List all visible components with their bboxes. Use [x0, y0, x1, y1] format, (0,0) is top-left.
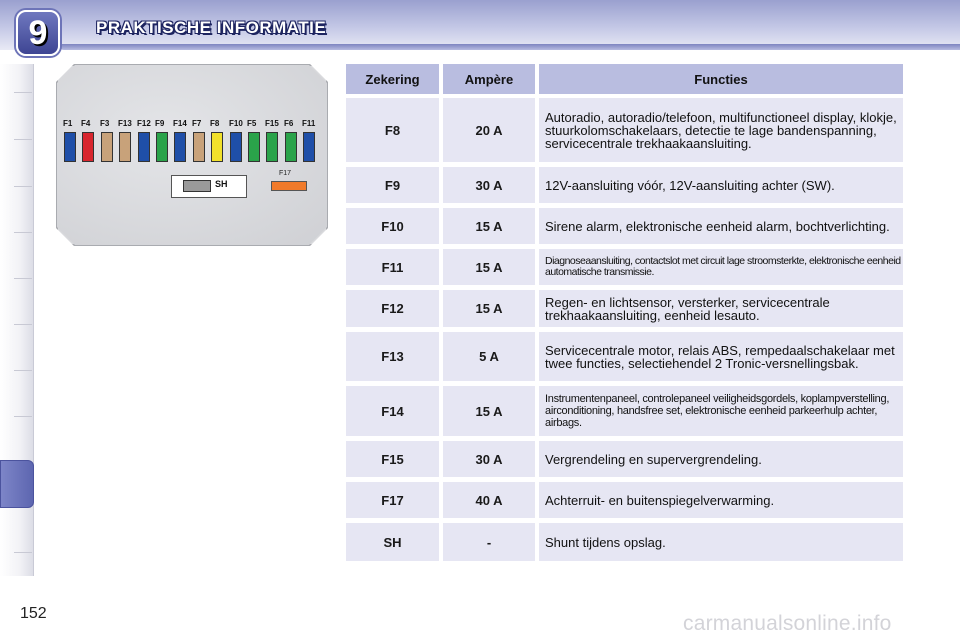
header-rule [60, 44, 960, 50]
fuse-label: F13 [118, 119, 132, 128]
fuse-label: F10 [229, 119, 243, 128]
fuse-f17-label: F17 [279, 170, 292, 177]
page-number: 152 [20, 605, 47, 622]
functions-cell: Regen- en lichtsensor, versterker, servi… [539, 290, 903, 327]
shunt-label: SH [215, 179, 228, 189]
functions-cell: Diagnoseaansluiting, contactslot met cir… [539, 249, 903, 285]
fuse-f5 [248, 132, 260, 162]
fuse-f7 [193, 132, 205, 162]
fuse-f10 [230, 132, 242, 162]
edge-tick [14, 324, 32, 325]
shunt-block [183, 180, 211, 192]
active-chapter-tab[interactable] [0, 460, 34, 508]
edge-tick [14, 186, 32, 187]
fuse-f1 [64, 132, 76, 162]
amp-cell: 40 A [443, 482, 535, 518]
fuse-f15 [266, 132, 278, 162]
fuse-label: F7 [192, 119, 202, 128]
fuse-f11 [303, 132, 315, 162]
amp-cell: - [443, 523, 535, 561]
fuse-f14 [174, 132, 186, 162]
amp-cell: 15 A [443, 290, 535, 327]
functions-cell: Servicecentrale motor, relais ABS, rempe… [539, 332, 903, 381]
fuse-cell: SH [346, 523, 439, 561]
fuse-f6 [285, 132, 297, 162]
fuse-label: F8 [210, 119, 220, 128]
edge-tick [14, 370, 32, 371]
page-title: PRAKTISCHE INFORMATIE [96, 18, 327, 37]
fuse-cell: F10 [346, 208, 439, 244]
fuse-f4 [82, 132, 94, 162]
fuse-cell: F8 [346, 98, 439, 162]
fuse-cell: F9 [346, 167, 439, 203]
amp-cell: 15 A [443, 386, 535, 436]
fuse-label: F6 [284, 119, 294, 128]
fuse-f12 [138, 132, 150, 162]
functions-cell: 12V-aansluiting vóór, 12V-aansluiting ac… [539, 167, 903, 203]
header-amp: Ampère [443, 64, 535, 94]
edge-tick [14, 552, 32, 553]
fuse-cell: F15 [346, 441, 439, 477]
edge-tick [14, 139, 32, 140]
amp-cell: 15 A [443, 249, 535, 285]
chapter-badge: 9 [16, 10, 60, 56]
watermark: carmanualsonline.info [683, 612, 892, 635]
fuse-label: F9 [155, 119, 165, 128]
fuse-cell: F17 [346, 482, 439, 518]
edge-tick [14, 278, 32, 279]
fuse-f9 [156, 132, 168, 162]
fuse-cell: F12 [346, 290, 439, 327]
functions-cell: Achterruit- en buitenspiegelverwarming. [539, 482, 903, 518]
edge-tick [14, 232, 32, 233]
fuse-label: F3 [100, 119, 110, 128]
fuse-label: F12 [137, 119, 151, 128]
fuse-cell: F13 [346, 332, 439, 381]
amp-cell: 30 A [443, 441, 535, 477]
header-functions: Functies [539, 64, 903, 94]
fuse-cell: F11 [346, 249, 439, 285]
functions-cell: Sirene alarm, elektronische eenheid alar… [539, 208, 903, 244]
fuse-label: F1 [63, 119, 73, 128]
fuse-label: F11 [302, 119, 316, 128]
fuse-f3 [101, 132, 113, 162]
amp-cell: 5 A [443, 332, 535, 381]
edge-tick [14, 416, 32, 417]
functions-cell: Instrumentenpaneel, controlepaneel veili… [539, 386, 903, 436]
header-fuse: Zekering [346, 64, 439, 94]
amp-cell: 30 A [443, 167, 535, 203]
functions-cell: Vergrendeling en supervergrendeling. [539, 441, 903, 477]
fuse-label: F15 [265, 119, 279, 128]
functions-cell: Shunt tijdens opslag. [539, 523, 903, 561]
fuse-f17 [271, 181, 307, 191]
fuse-label: F4 [81, 119, 91, 128]
fuse-label: F5 [247, 119, 257, 128]
amp-cell: 15 A [443, 208, 535, 244]
fuse-cell: F14 [346, 386, 439, 436]
fuse-f8 [211, 132, 223, 162]
fuse-label: F14 [173, 119, 187, 128]
chapter-number: 9 [28, 13, 48, 52]
functions-cell: Autoradio, autoradio/telefoon, multifunc… [539, 98, 903, 162]
edge-tick [14, 92, 32, 93]
fuse-f13 [119, 132, 131, 162]
amp-cell: 20 A [443, 98, 535, 162]
